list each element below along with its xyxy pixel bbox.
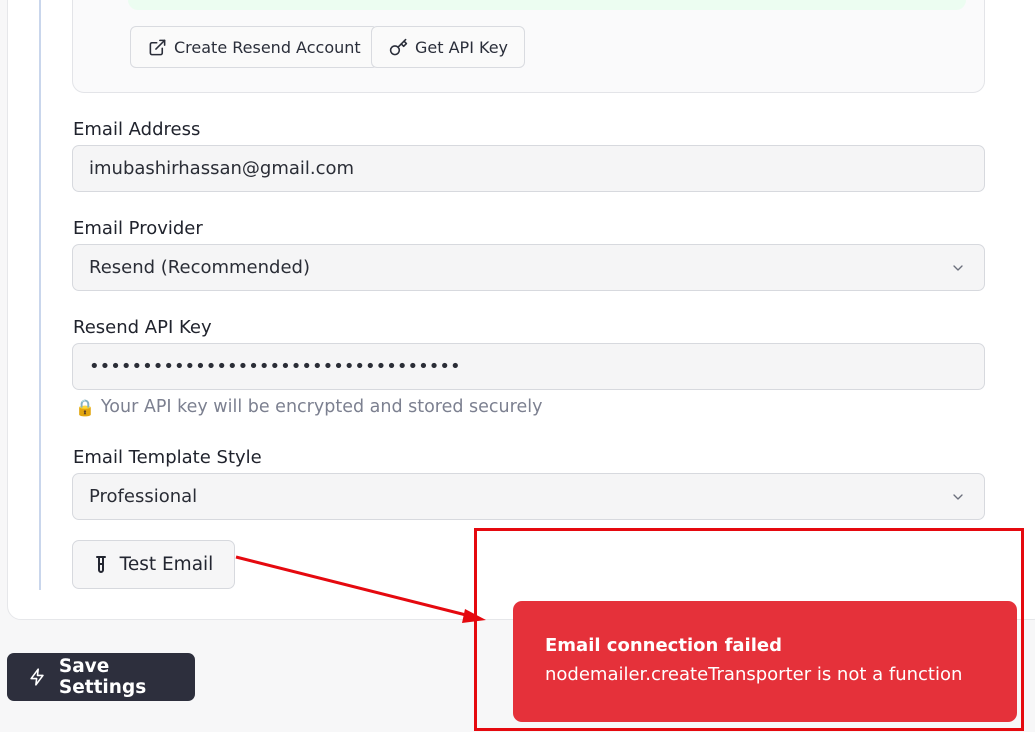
save-settings-button[interactable]: Save Settings [7, 653, 195, 701]
test-email-label: Test Email [119, 554, 214, 575]
create-resend-account-button[interactable]: Create Resend Account [130, 26, 378, 68]
key-icon [389, 38, 408, 55]
lightning-icon [30, 668, 44, 686]
api-key-masked-value: ••••••••••••••••••••••••••••••••••• [89, 356, 461, 377]
email-address-input[interactable]: imubashirhassan@gmail.com [72, 145, 985, 192]
lock-icon: 🔒 [75, 397, 95, 417]
email-provider-value: Resend (Recommended) [89, 257, 310, 278]
success-banner [128, 0, 966, 10]
external-link-icon [149, 39, 166, 55]
get-api-key-label: Get API Key [415, 37, 509, 57]
section-divider [39, 0, 41, 590]
chevron-down-icon [953, 265, 963, 271]
save-settings-label: Save Settings [58, 656, 147, 698]
settings-card [7, 0, 1035, 620]
toast-title: Email connection failed [545, 635, 782, 656]
api-key-hint: 🔒 Your API key will be encrypted and sto… [75, 397, 542, 417]
template-style-value: Professional [89, 486, 198, 507]
toast-message: nodemailer.createTransporter is not a fu… [545, 664, 963, 685]
chevron-down-icon [953, 494, 963, 500]
test-tube-icon [95, 555, 106, 573]
create-resend-account-label: Create Resend Account [174, 37, 361, 57]
get-api-key-button[interactable]: Get API Key [371, 26, 526, 68]
api-key-label: Resend API Key [73, 317, 212, 338]
email-address-value: imubashirhassan@gmail.com [89, 158, 355, 179]
api-key-input[interactable]: ••••••••••••••••••••••••••••••••••• [72, 343, 985, 390]
api-key-hint-text: Your API key will be encrypted and store… [100, 397, 543, 417]
template-style-label: Email Template Style [73, 447, 262, 468]
email-address-label: Email Address [73, 119, 201, 140]
error-toast: Email connection failed nodemailer.creat… [513, 601, 1017, 722]
test-email-button[interactable]: Test Email [72, 540, 235, 589]
template-style-select[interactable]: Professional [72, 473, 985, 520]
email-provider-label: Email Provider [73, 218, 203, 239]
email-provider-select[interactable]: Resend (Recommended) [72, 244, 985, 291]
